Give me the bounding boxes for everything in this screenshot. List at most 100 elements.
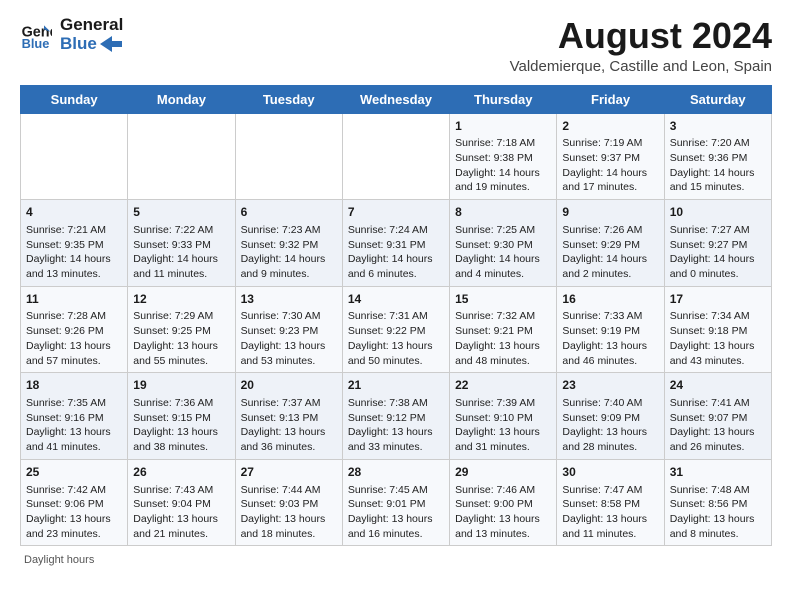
weekday-header-tuesday: Tuesday [235, 85, 342, 113]
day-info: Sunrise: 7:48 AM Sunset: 8:56 PM Dayligh… [670, 483, 766, 542]
day-number: 6 [241, 204, 337, 221]
day-number: 19 [133, 377, 229, 394]
day-info: Sunrise: 7:29 AM Sunset: 9:25 PM Dayligh… [133, 309, 229, 368]
day-info: Sunrise: 7:37 AM Sunset: 9:13 PM Dayligh… [241, 396, 337, 455]
calendar-cell: 26 Sunrise: 7:43 AM Sunset: 9:04 PM Dayli… [128, 459, 235, 546]
calendar-cell: 1Sunrise: 7:18 AM Sunset: 9:38 PM Daylig… [450, 113, 557, 200]
footer: Daylight hours [20, 554, 772, 566]
day-info: Sunrise: 7:31 AM Sunset: 9:22 PM Dayligh… [348, 309, 444, 368]
calendar-cell: 16Sunrise: 7:33 AM Sunset: 9:19 PM Dayli… [557, 286, 664, 373]
day-number: 13 [241, 291, 337, 308]
calendar-cell: 8 Sunrise: 7:25 AM Sunset: 9:30 PM Daylig… [450, 200, 557, 287]
day-number: 14 [348, 291, 444, 308]
day-info: Sunrise: 7:28 AM Sunset: 9:26 PM Dayligh… [26, 309, 122, 368]
calendar-cell: 27 Sunrise: 7:44 AM Sunset: 9:03 PM Dayli… [235, 459, 342, 546]
day-info: Sunrise: 7:39 AM Sunset: 9:10 PM Dayligh… [455, 396, 551, 455]
calendar-cell: 4 Sunrise: 7:21 AM Sunset: 9:35 PM Daylig… [21, 200, 128, 287]
calendar-week-5: 25Sunrise: 7:42 AM Sunset: 9:06 PM Dayli… [21, 459, 772, 546]
day-info: Sunrise: 7:21 AM Sunset: 9:35 PM Dayligh… [26, 223, 122, 282]
weekday-header-thursday: Thursday [450, 85, 557, 113]
day-info: Sunrise: 7:41 AM Sunset: 9:07 PM Dayligh… [670, 396, 766, 455]
calendar-cell: 21 Sunrise: 7:38 AM Sunset: 9:12 PM Dayli… [342, 373, 449, 460]
day-info: Sunrise: 7:46 AM Sunset: 9:00 PM Dayligh… [455, 483, 551, 542]
calendar-cell: 9 Sunrise: 7:26 AM Sunset: 9:29 PM Daylig… [557, 200, 664, 287]
calendar-cell: 7Sunrise: 7:24 AM Sunset: 9:31 PM Daylig… [342, 200, 449, 287]
calendar-cell: 10 Sunrise: 7:27 AM Sunset: 9:27 PM Dayli… [664, 200, 771, 287]
day-number: 27 [241, 464, 337, 481]
day-number: 8 [455, 204, 551, 221]
weekday-header-friday: Friday [557, 85, 664, 113]
day-number: 26 [133, 464, 229, 481]
calendar-cell: 11Sunrise: 7:28 AM Sunset: 9:26 PM Dayli… [21, 286, 128, 373]
logo: General Blue General Blue [20, 16, 123, 53]
weekday-row: SundayMondayTuesdayWednesdayThursdayFrid… [21, 85, 772, 113]
day-number: 28 [348, 464, 444, 481]
day-info: Sunrise: 7:35 AM Sunset: 9:16 PM Dayligh… [26, 396, 122, 455]
calendar-week-4: 18 Sunrise: 7:35 AM Sunset: 9:16 PM Dayli… [21, 373, 772, 460]
day-info: Sunrise: 7:40 AM Sunset: 9:09 PM Dayligh… [562, 396, 658, 455]
day-number: 21 [348, 377, 444, 394]
calendar-cell: 18 Sunrise: 7:35 AM Sunset: 9:16 PM Dayli… [21, 373, 128, 460]
day-info: Sunrise: 7:33 AM Sunset: 9:19 PM Dayligh… [562, 309, 658, 368]
day-info: Sunrise: 7:26 AM Sunset: 9:29 PM Dayligh… [562, 223, 658, 282]
day-number: 10 [670, 204, 766, 221]
day-info: Sunrise: 7:44 AM Sunset: 9:03 PM Dayligh… [241, 483, 337, 542]
calendar-header: SundayMondayTuesdayWednesdayThursdayFrid… [21, 85, 772, 113]
day-info: Sunrise: 7:23 AM Sunset: 9:32 PM Dayligh… [241, 223, 337, 282]
calendar-cell: 25Sunrise: 7:42 AM Sunset: 9:06 PM Dayli… [21, 459, 128, 546]
day-number: 30 [562, 464, 658, 481]
weekday-header-monday: Monday [128, 85, 235, 113]
svg-text:Blue: Blue [22, 35, 50, 50]
calendar-cell: 23 Sunrise: 7:40 AM Sunset: 9:09 PM Dayli… [557, 373, 664, 460]
day-info: Sunrise: 7:24 AM Sunset: 9:31 PM Dayligh… [348, 223, 444, 282]
calendar-cell [342, 113, 449, 200]
day-number: 22 [455, 377, 551, 394]
logo-arrow-icon [100, 36, 122, 52]
title-block: August 2024 Valdemierque, Castille and L… [510, 16, 772, 75]
calendar-cell: 24Sunrise: 7:41 AM Sunset: 9:07 PM Dayli… [664, 373, 771, 460]
day-number: 2 [562, 118, 658, 135]
day-info: Sunrise: 7:20 AM Sunset: 9:36 PM Dayligh… [670, 136, 766, 195]
day-number: 15 [455, 291, 551, 308]
day-number: 17 [670, 291, 766, 308]
calendar-cell: 29Sunrise: 7:46 AM Sunset: 9:00 PM Dayli… [450, 459, 557, 546]
weekday-header-wednesday: Wednesday [342, 85, 449, 113]
day-number: 16 [562, 291, 658, 308]
calendar-cell: 3Sunrise: 7:20 AM Sunset: 9:36 PM Daylig… [664, 113, 771, 200]
weekday-header-saturday: Saturday [664, 85, 771, 113]
calendar-week-2: 4 Sunrise: 7:21 AM Sunset: 9:35 PM Daylig… [21, 200, 772, 287]
page: General Blue General Blue August 2024 Va… [0, 0, 792, 576]
logo-blue: Blue [60, 35, 123, 54]
calendar-cell: 13Sunrise: 7:30 AM Sunset: 9:23 PM Dayli… [235, 286, 342, 373]
day-number: 4 [26, 204, 122, 221]
day-info: Sunrise: 7:43 AM Sunset: 9:04 PM Dayligh… [133, 483, 229, 542]
calendar-cell: 22 Sunrise: 7:39 AM Sunset: 9:10 PM Dayli… [450, 373, 557, 460]
footer-text: Daylight hours [24, 554, 94, 566]
calendar-cell [21, 113, 128, 200]
day-number: 1 [455, 118, 551, 135]
day-info: Sunrise: 7:25 AM Sunset: 9:30 PM Dayligh… [455, 223, 551, 282]
day-info: Sunrise: 7:22 AM Sunset: 9:33 PM Dayligh… [133, 223, 229, 282]
calendar-cell: 28 Sunrise: 7:45 AM Sunset: 9:01 PM Dayli… [342, 459, 449, 546]
day-info: Sunrise: 7:32 AM Sunset: 9:21 PM Dayligh… [455, 309, 551, 368]
calendar-week-3: 11Sunrise: 7:28 AM Sunset: 9:26 PM Dayli… [21, 286, 772, 373]
day-number: 23 [562, 377, 658, 394]
day-number: 18 [26, 377, 122, 394]
day-info: Sunrise: 7:36 AM Sunset: 9:15 PM Dayligh… [133, 396, 229, 455]
calendar-week-1: 1Sunrise: 7:18 AM Sunset: 9:38 PM Daylig… [21, 113, 772, 200]
day-info: Sunrise: 7:18 AM Sunset: 9:38 PM Dayligh… [455, 136, 551, 195]
calendar-cell: 30Sunrise: 7:47 AM Sunset: 8:58 PM Dayli… [557, 459, 664, 546]
calendar-cell: 12Sunrise: 7:29 AM Sunset: 9:25 PM Dayli… [128, 286, 235, 373]
day-number: 9 [562, 204, 658, 221]
day-number: 25 [26, 464, 122, 481]
main-title: August 2024 [510, 16, 772, 56]
calendar-cell: 6 Sunrise: 7:23 AM Sunset: 9:32 PM Daylig… [235, 200, 342, 287]
calendar-cell: 19 Sunrise: 7:36 AM Sunset: 9:15 PM Dayli… [128, 373, 235, 460]
day-info: Sunrise: 7:45 AM Sunset: 9:01 PM Dayligh… [348, 483, 444, 542]
header: General Blue General Blue August 2024 Va… [20, 16, 772, 75]
calendar-cell: 5Sunrise: 7:22 AM Sunset: 9:33 PM Daylig… [128, 200, 235, 287]
day-info: Sunrise: 7:27 AM Sunset: 9:27 PM Dayligh… [670, 223, 766, 282]
calendar-cell: 14Sunrise: 7:31 AM Sunset: 9:22 PM Dayli… [342, 286, 449, 373]
day-info: Sunrise: 7:38 AM Sunset: 9:12 PM Dayligh… [348, 396, 444, 455]
calendar-cell: 17Sunrise: 7:34 AM Sunset: 9:18 PM Dayli… [664, 286, 771, 373]
